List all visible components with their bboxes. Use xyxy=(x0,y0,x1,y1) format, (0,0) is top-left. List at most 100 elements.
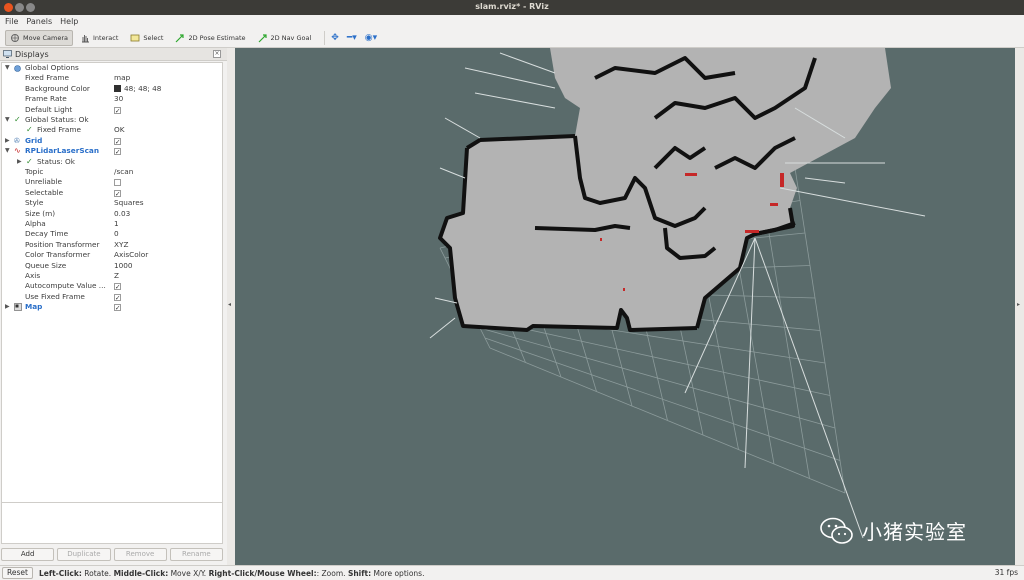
tree-row[interactable]: Frame Rate 30 xyxy=(2,94,222,104)
checkbox-checked[interactable]: ✓ xyxy=(114,137,121,145)
window-title: slam.rviz* - RViz xyxy=(475,2,549,11)
tree-row[interactable]: Size (m) 0.03 xyxy=(2,209,222,219)
row-value[interactable]: 48; 48; 48 xyxy=(114,84,161,94)
tree-row[interactable]: Style Squares xyxy=(2,198,222,208)
render-viewport[interactable]: 小猪实验室 xyxy=(235,48,1015,565)
checkbox-checked[interactable]: ✓ xyxy=(114,189,121,197)
move-camera-icon xyxy=(11,33,19,42)
rename-button[interactable]: Rename xyxy=(169,548,223,561)
duplicate-button[interactable]: Duplicate xyxy=(57,548,111,561)
row-value[interactable]: 0 xyxy=(114,229,119,239)
tree-row[interactable]: Decay Time 0 xyxy=(2,229,222,239)
row-value[interactable]: 1 xyxy=(114,219,119,229)
row-value: OK xyxy=(114,125,125,135)
row-value[interactable]: 1000 xyxy=(114,261,133,271)
globe-icon xyxy=(14,65,21,72)
row-label: Global Status: Ok xyxy=(25,115,89,124)
checkbox-checked[interactable]: ✓ xyxy=(114,283,121,291)
pose-estimate-tool[interactable]: 2D Pose Estimate xyxy=(170,30,250,46)
watermark: 小猪实验室 xyxy=(820,516,967,545)
title-bar: slam.rviz* - RViz xyxy=(0,0,1024,15)
tree-row-laserscan[interactable]: ▼ ∿ RPLidarLaserScan ✓ xyxy=(2,146,222,156)
map-render[interactable] xyxy=(235,48,1015,565)
tree-row[interactable]: Topic /scan xyxy=(2,167,222,177)
row-value[interactable]: map xyxy=(114,73,130,83)
green-arrow-icon xyxy=(258,33,267,42)
tree-row[interactable]: Background Color 48; 48; 48 xyxy=(2,84,222,94)
row-value[interactable]: 0.03 xyxy=(114,209,130,219)
tree-row[interactable]: Selectable ✓ xyxy=(2,188,222,198)
collapse-right-icon[interactable]: ▸ xyxy=(1017,301,1020,308)
expand-down-icon[interactable]: ▼ xyxy=(5,115,10,125)
green-arrow-icon xyxy=(176,33,185,42)
right-splitter[interactable]: ▸ xyxy=(1015,48,1024,565)
row-value[interactable]: Z xyxy=(114,271,119,281)
row-value[interactable]: /scan xyxy=(114,167,133,177)
row-value[interactable]: AxisColor xyxy=(114,250,148,260)
row-label: Alpha xyxy=(25,219,46,228)
menu-file[interactable]: File xyxy=(5,17,18,26)
row-label: Default Light xyxy=(25,104,73,114)
checkbox-unchecked[interactable] xyxy=(114,179,121,187)
tree-row[interactable]: Use Fixed Frame ✓ xyxy=(2,292,222,302)
tree-row-map[interactable]: ▶ Map ✓ xyxy=(2,302,222,312)
expand-down-icon[interactable]: ▼ xyxy=(5,63,10,73)
row-value[interactable]: XYZ xyxy=(114,240,128,250)
check-icon: ✓ xyxy=(26,156,33,166)
close-icon[interactable]: × xyxy=(213,50,221,58)
add-button[interactable]: Add xyxy=(1,548,55,561)
row-value[interactable]: Squares xyxy=(114,198,144,208)
checkbox-checked[interactable]: ✓ xyxy=(114,304,121,311)
move-camera-tool[interactable]: Move Camera xyxy=(5,29,74,46)
displays-panel: Displays × ▼ Global Options Fixed Frame … xyxy=(0,48,227,565)
hint-key: Left-Click: xyxy=(38,568,82,578)
tree-row[interactable]: Axis Z xyxy=(2,271,222,281)
menu-help[interactable]: Help xyxy=(60,17,78,26)
select-icon xyxy=(130,34,140,41)
checkbox-checked[interactable]: ✓ xyxy=(114,106,121,114)
check-icon: ✓ xyxy=(14,115,21,124)
grid-line xyxy=(479,327,836,429)
row-label: Fixed Frame xyxy=(25,73,69,83)
row-label: Color Transformer xyxy=(25,250,91,260)
left-splitter[interactable]: ◂ xyxy=(227,48,235,565)
tree-row[interactable]: Fixed Frame map xyxy=(2,73,222,83)
tree-row[interactable]: ▶ ✓ Status: Ok xyxy=(2,157,222,167)
expand-right-icon[interactable]: ▶ xyxy=(17,157,22,167)
menu-panels[interactable]: Panels xyxy=(26,17,52,26)
tree-row-grid[interactable]: ▶ ✇ Grid ✓ xyxy=(2,136,222,146)
expand-down-icon[interactable]: ▼ xyxy=(5,146,10,156)
displays-header: Displays × xyxy=(0,48,227,61)
tree-row[interactable]: Default Light ✓ xyxy=(2,105,222,115)
hint-key: Right-Click/Mouse Wheel: xyxy=(208,568,317,578)
view-icon[interactable]: ◉▾ xyxy=(365,33,377,43)
hand-icon xyxy=(82,34,90,42)
checkbox-checked[interactable]: ✓ xyxy=(114,293,121,301)
monitor-icon xyxy=(3,50,12,58)
tree-row[interactable]: Color Transformer AxisColor xyxy=(2,250,222,260)
expand-right-icon[interactable]: ▶ xyxy=(5,136,10,146)
tree-row[interactable]: Autocompute Value ... ✓ xyxy=(2,281,222,291)
row-value[interactable]: 30 xyxy=(114,94,123,104)
remove-tool-icon[interactable]: ━▾ xyxy=(347,33,357,43)
interact-tool[interactable]: Interact xyxy=(75,30,123,46)
tree-row[interactable]: ▼ Global Options xyxy=(2,63,222,73)
tree-row[interactable]: Unreliable xyxy=(2,177,222,187)
nav-goal-tool[interactable]: 2D Nav Goal xyxy=(253,30,317,46)
remove-button[interactable]: Remove xyxy=(113,548,167,561)
row-label: Status: Ok xyxy=(37,156,75,166)
tree-row[interactable]: Position Transformer XYZ xyxy=(2,240,222,250)
select-tool[interactable]: Select xyxy=(125,30,168,46)
reset-button[interactable]: Reset xyxy=(2,567,33,579)
tree-row[interactable]: Queue Size 1000 xyxy=(2,261,222,271)
tree-row[interactable]: ▼ ✓ Global Status: Ok xyxy=(2,115,222,125)
description-box xyxy=(1,502,223,544)
tree-row[interactable]: ✓ Fixed Frame OK xyxy=(2,125,222,135)
add-tool-icon[interactable]: ✥ xyxy=(331,33,339,43)
tree-row[interactable]: Alpha 1 xyxy=(2,219,222,229)
row-label: RPLidarLaserScan xyxy=(25,146,100,156)
checkbox-checked[interactable]: ✓ xyxy=(114,148,121,155)
expand-right-icon[interactable]: ▶ xyxy=(5,302,10,312)
row-label: Autocompute Value ... xyxy=(25,281,106,291)
collapse-left-icon[interactable]: ◂ xyxy=(228,301,231,308)
